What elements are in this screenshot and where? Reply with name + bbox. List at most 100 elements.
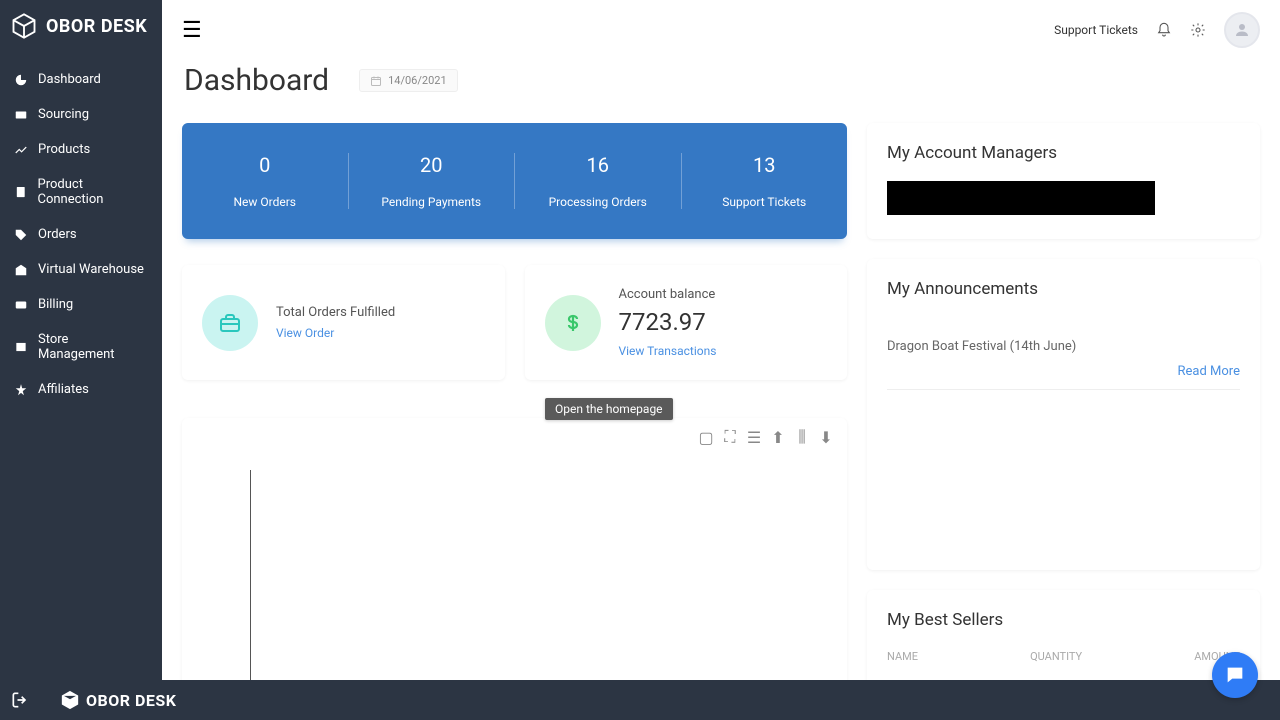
sidebar: OBOR DESK Dashboard Sourcing Products Pr… [0, 0, 162, 720]
tool-list-icon[interactable]: ☰ [747, 430, 761, 444]
col-quantity: QUANTITY [1030, 650, 1082, 663]
stat-pending-payments[interactable]: 20 Pending Payments [349, 153, 516, 209]
chart-tools: ▢ ⛶ ☰ ⬆ ⫼ ⬇ [196, 430, 833, 444]
sidebar-item-sourcing[interactable]: Sourcing [0, 97, 162, 132]
chart-area [250, 470, 810, 680]
view-transactions-link[interactable]: View Transactions [619, 344, 717, 358]
sidebar-item-product-connection[interactable]: Product Connection [0, 167, 162, 217]
stat-value: 0 [182, 153, 348, 177]
briefcase-icon [202, 295, 258, 351]
stat-label: Processing Orders [515, 195, 681, 209]
page-header: Dashboard 14/06/2021 [162, 48, 1280, 123]
chat-button[interactable] [1212, 652, 1258, 698]
chart-card: ▢ ⛶ ☰ ⬆ ⫼ ⬇ [182, 418, 847, 680]
stats-card: 0 New Orders 20 Pending Payments 16 Process… [182, 123, 847, 239]
account-balance-card: Account balance 7723.97 View Transaction… [525, 265, 848, 380]
stat-processing-orders[interactable]: 16 Processing Orders [515, 153, 682, 209]
tool-bars-icon[interactable]: ⫼ [795, 430, 809, 444]
stat-value: 20 [349, 153, 515, 177]
chat-icon [1224, 664, 1246, 686]
star-icon [14, 383, 28, 397]
building-icon [14, 263, 28, 277]
gear-icon[interactable] [1190, 22, 1206, 38]
tool-expand-icon[interactable]: ⛶ [723, 430, 737, 444]
sidebar-item-virtual-warehouse[interactable]: Virtual Warehouse [0, 252, 162, 287]
col-left: 0 New Orders 20 Pending Payments 16 Process… [182, 123, 847, 680]
nav-label: Store Management [38, 332, 148, 362]
nav-label: Products [38, 142, 90, 157]
col-right: My Account Managers My Announcements Dra… [867, 123, 1260, 680]
bell-icon[interactable] [1156, 22, 1172, 38]
nav-label: Orders [38, 227, 77, 242]
bottom-bar: OBOR DESK [0, 680, 1280, 720]
panel-title: My Best Sellers [887, 610, 1240, 630]
gauge-icon [14, 73, 28, 87]
tool-download-icon[interactable]: ⬇ [819, 430, 833, 444]
sidebar-item-dashboard[interactable]: Dashboard [0, 62, 162, 97]
stat-value: 16 [515, 153, 681, 177]
bottom-brand[interactable]: OBOR DESK [60, 690, 176, 710]
sidebar-item-billing[interactable]: Billing [0, 287, 162, 322]
balance-card-title: Account balance [619, 287, 717, 302]
nav-label: Affiliates [38, 382, 89, 397]
nav-label: Product Connection [38, 177, 149, 207]
chart-icon [14, 143, 28, 157]
content: 0 New Orders 20 Pending Payments 16 Process… [162, 123, 1280, 680]
topbar-right: Support Tickets [1054, 12, 1260, 48]
read-more-link[interactable]: Read More [887, 364, 1240, 390]
best-sellers-panel: My Best Sellers NAME QUANTITY AMOUNT [867, 590, 1260, 680]
main: ☰ Support Tickets Dashboard 14/06/2021 0… [162, 0, 1280, 680]
card-icon [14, 298, 28, 312]
orders-fulfilled-card: Total Orders Fulfilled View Order [182, 265, 505, 380]
stat-label: Support Tickets [682, 195, 848, 209]
homepage-tooltip: Open the homepage [545, 398, 673, 420]
nav-label: Virtual Warehouse [38, 262, 144, 277]
announcements-panel: My Announcements Dragon Boat Festival (1… [867, 259, 1260, 570]
sidebar-item-products[interactable]: Products [0, 132, 162, 167]
user-icon [1233, 21, 1251, 39]
stat-label: New Orders [182, 195, 348, 209]
announcement-item: Dragon Boat Festival (14th June) [887, 339, 1240, 354]
account-managers-panel: My Account Managers [867, 123, 1260, 239]
avatar[interactable] [1224, 12, 1260, 48]
date-value: 14/06/2021 [388, 74, 447, 87]
view-order-link[interactable]: View Order [276, 326, 395, 340]
balance-amount: 7723.97 [619, 308, 717, 336]
store-icon [14, 340, 28, 354]
support-tickets-link[interactable]: Support Tickets [1054, 23, 1138, 37]
box-icon [10, 12, 38, 40]
brand-logo[interactable]: OBOR DESK [0, 0, 162, 52]
dollar-icon [545, 295, 601, 351]
account-manager-redacted [887, 181, 1155, 215]
sidebar-item-store-management[interactable]: Store Management [0, 322, 162, 372]
stat-value: 13 [682, 153, 848, 177]
calendar-icon [370, 75, 382, 87]
sidebar-item-orders[interactable]: Orders [0, 217, 162, 252]
stat-support-tickets[interactable]: 13 Support Tickets [682, 153, 848, 209]
menu-toggle-icon[interactable]: ☰ [182, 18, 202, 43]
orders-card-title: Total Orders Fulfilled [276, 305, 395, 320]
panel-title: My Account Managers [887, 143, 1240, 163]
tool-crop-icon[interactable]: ▢ [699, 430, 713, 444]
stat-new-orders[interactable]: 0 New Orders [182, 153, 349, 209]
tool-zoom-icon[interactable]: ⬆ [771, 430, 785, 444]
nav-label: Billing [38, 297, 73, 312]
col-name: NAME [887, 650, 918, 663]
logout-icon[interactable] [10, 690, 30, 710]
sidebar-item-affiliates[interactable]: Affiliates [0, 372, 162, 407]
bottom-brand-text: OBOR DESK [86, 691, 176, 710]
box-icon [60, 690, 80, 710]
document-icon [14, 185, 28, 199]
panel-title: My Announcements [887, 279, 1240, 299]
two-cards: Total Orders Fulfilled View Order Accoun… [182, 265, 847, 380]
brand-text: OBOR DESK [46, 16, 147, 37]
date-picker[interactable]: 14/06/2021 [359, 69, 458, 92]
tag-icon [14, 228, 28, 242]
nav-label: Sourcing [38, 107, 89, 122]
nav-label: Dashboard [38, 72, 101, 87]
best-sellers-header: NAME QUANTITY AMOUNT [887, 650, 1240, 663]
stat-label: Pending Payments [349, 195, 515, 209]
page-title: Dashboard [184, 63, 329, 98]
inbox-icon [14, 108, 28, 122]
nav: Dashboard Sourcing Products Product Conn… [0, 62, 162, 407]
